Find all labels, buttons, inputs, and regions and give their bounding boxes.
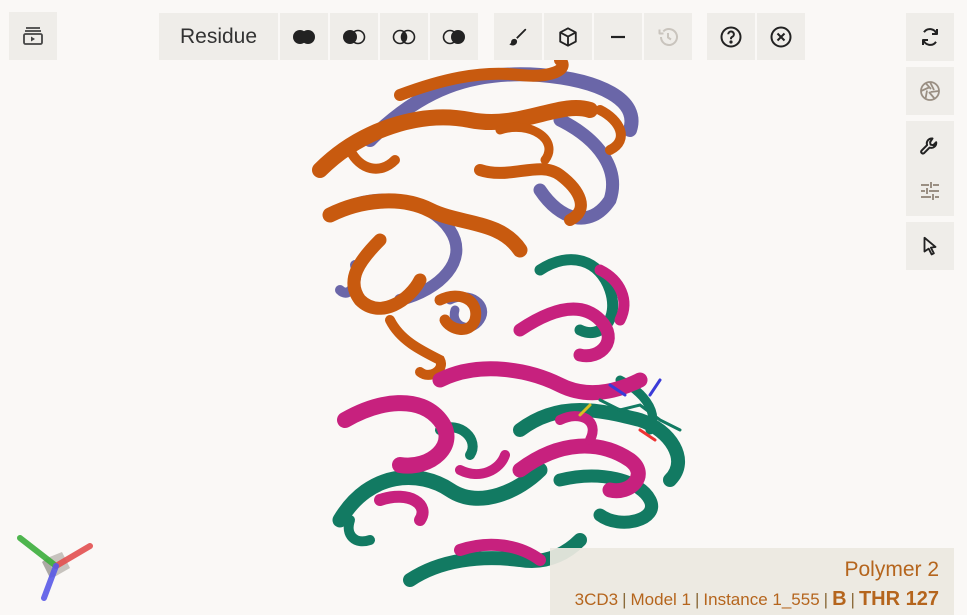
- camera-shutter-icon: [920, 81, 940, 101]
- expand-viewport-icon: [23, 27, 43, 45]
- granularity-select-button[interactable]: Residue: [159, 13, 278, 60]
- color-scheme-all-icon: [293, 29, 315, 44]
- close-button[interactable]: [757, 13, 805, 60]
- minus-button[interactable]: [594, 13, 642, 60]
- info-chain: B: [832, 588, 847, 610]
- wrench-icon[interactable]: [918, 135, 942, 159]
- settings-panel: [906, 121, 954, 216]
- history-icon: [658, 27, 678, 46]
- hover-info-panel: Polymer 2 3CD3 | Model 1 | Instance 1_555 | B |…: [550, 548, 954, 615]
- info-model: Model 1: [630, 590, 691, 609]
- reset-rotate-icon: [922, 28, 938, 46]
- close-circle-icon: [770, 26, 792, 47]
- expand-viewport-button[interactable]: [9, 12, 57, 60]
- color-scheme-left-icon: [343, 29, 366, 44]
- help-icon: [720, 26, 742, 47]
- granularity-label: Residue: [179, 24, 258, 48]
- color-scheme-all-button[interactable]: [280, 13, 328, 60]
- cursor-icon: [923, 236, 937, 256]
- sliders-icon[interactable]: [918, 179, 942, 203]
- history-button[interactable]: [644, 13, 692, 60]
- cube-icon: [559, 26, 577, 47]
- orientation-axes: [17, 535, 93, 601]
- select-mode-button[interactable]: [906, 222, 954, 270]
- info-entry: 3CD3: [574, 590, 619, 609]
- brush-button[interactable]: [494, 13, 542, 60]
- help-button[interactable]: [707, 13, 755, 60]
- info-residue: THR 127: [858, 588, 939, 610]
- color-scheme-overlap-icon: [392, 29, 416, 44]
- minus-icon: [611, 35, 625, 38]
- info-title: Polymer 2: [844, 558, 939, 581]
- cube-button[interactable]: [544, 13, 592, 60]
- color-scheme-overlap-button[interactable]: [380, 13, 428, 60]
- y-axis: [17, 535, 59, 569]
- reset-rotate-button[interactable]: [906, 13, 954, 61]
- molecule-viewport[interactable]: [0, 0, 967, 615]
- screenshot-button[interactable]: [906, 67, 954, 115]
- color-scheme-left-button[interactable]: [330, 13, 378, 60]
- info-location: 3CD3 | Model 1 | Instance 1_555 | B | THR 127: [574, 588, 939, 610]
- info-instance: Instance 1_555: [703, 590, 820, 609]
- color-scheme-right-icon: [442, 29, 465, 44]
- color-scheme-right-button[interactable]: [430, 13, 478, 60]
- brush-icon: [509, 28, 527, 46]
